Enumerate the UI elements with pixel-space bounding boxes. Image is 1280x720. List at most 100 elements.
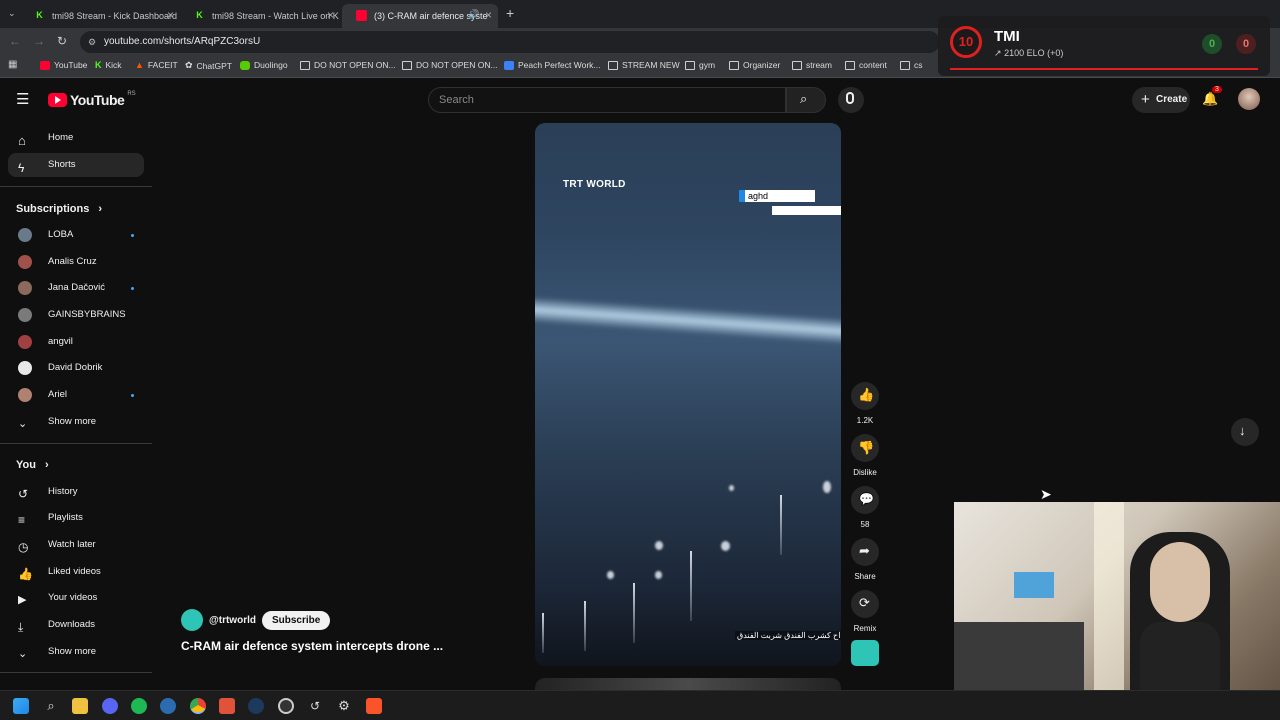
sound-thumbnail[interactable] <box>851 640 879 666</box>
sidebar-item-playlists[interactable]: ≡ Playlists <box>8 506 144 530</box>
sidebar-item-shorts[interactable]: ϟ Shorts <box>8 153 144 177</box>
chrome-icon[interactable] <box>190 698 206 714</box>
tab-search-icon[interactable]: ⌄ <box>8 8 16 19</box>
tab-youtube-short[interactable]: (3) C-RAM air defence syste 🔊 × <box>342 4 498 28</box>
bookmark-stream[interactable]: stream <box>792 60 832 70</box>
apps-grid-icon[interactable]: ▦ <box>8 59 17 70</box>
short-video-player[interactable]: TRT WORLD aghd اح كشرب الفندق شربت الفند… <box>535 123 841 666</box>
sidebar-item-label: History <box>48 486 78 497</box>
comment-count: 58 <box>860 520 870 529</box>
app-icon[interactable]: ↺ <box>307 698 323 714</box>
webcam-person <box>1150 542 1210 622</box>
reload-icon[interactable]: ↻ <box>57 34 67 48</box>
search-icon[interactable]: ⌕ <box>43 698 59 714</box>
discord-icon[interactable] <box>102 698 118 714</box>
speaker-icon[interactable]: 🔊 <box>468 9 479 20</box>
new-content-dot <box>131 394 134 397</box>
sidebar-item-downloads[interactable]: ⤓ Downloads <box>8 613 144 637</box>
bookmark-peach[interactable]: Peach Perfect Work... <box>504 60 601 70</box>
sidebar-item-subscription[interactable]: LOBA <box>8 223 144 247</box>
bookmark-cs[interactable]: cs <box>900 60 923 70</box>
short-title[interactable]: C-RAM air defence system intercepts dron… <box>181 639 443 653</box>
close-icon[interactable]: × <box>327 8 334 22</box>
bookmark-content[interactable]: content <box>845 60 887 70</box>
bookmark-gym[interactable]: gym <box>685 60 715 70</box>
brave-icon[interactable] <box>366 698 382 714</box>
menu-icon[interactable]: ☰ <box>16 90 29 108</box>
bookmark-folder-1[interactable]: DO NOT OPEN ON... <box>300 60 396 70</box>
bookmark-youtube[interactable]: YouTube <box>40 60 87 70</box>
you-heading[interactable]: You › <box>16 459 49 471</box>
spotify-icon[interactable] <box>131 698 147 714</box>
sidebar-item-label: Watch later <box>48 539 96 550</box>
close-icon[interactable]: × <box>167 8 174 22</box>
bookmark-folder-2[interactable]: DO NOT OPEN ON... <box>402 60 498 70</box>
tab-kick-watch[interactable]: K tmi98 Stream - Watch Live on K × <box>180 4 340 28</box>
faceit-overlay: 10 TMI ↗ 2100 ELO (+0) 0 0 <box>938 16 1270 76</box>
search-input[interactable]: Search <box>428 87 786 113</box>
tab-kick-dashboard[interactable]: K tmi98 Stream - Kick Dashboard × <box>20 4 180 28</box>
sidebar-item-subscription[interactable]: Jana Dačović <box>8 276 144 300</box>
close-icon[interactable]: × <box>485 8 492 22</box>
site-info-icon[interactable]: ⚙ <box>88 31 96 53</box>
chevron-down-icon: ⌄ <box>18 418 28 430</box>
bookmark-faceit[interactable]: ▲ FACEIT <box>135 60 178 70</box>
sidebar-show-more[interactable]: ⌄ Show more <box>8 410 144 434</box>
steam-icon[interactable] <box>248 698 264 714</box>
faceit-icon: ▲ <box>135 60 144 70</box>
app-icon[interactable] <box>160 698 176 714</box>
avatar[interactable] <box>1238 88 1260 110</box>
search-button[interactable]: ⌕ <box>786 87 826 113</box>
file-explorer-icon[interactable] <box>72 698 88 714</box>
bookmark-kick[interactable]: K Kick <box>95 60 122 70</box>
webcam-window-light <box>1094 502 1124 720</box>
next-short-preview[interactable] <box>535 678 841 690</box>
share-button[interactable]: ➦ <box>851 538 879 566</box>
channel-handle[interactable]: @trtworld <box>209 615 256 626</box>
notifications-button[interactable]: 🔔 3 <box>1202 86 1222 108</box>
sidebar-item-subscription[interactable]: angvil <box>8 330 144 354</box>
settings-icon[interactable]: ⚙ <box>336 698 352 714</box>
duolingo-icon <box>240 60 250 70</box>
remix-button[interactable]: ⟳ <box>851 590 879 618</box>
remix-icon: ⟳ <box>859 595 870 610</box>
url-field[interactable]: ⚙ youtube.com/shorts/ARqPZC3orsU <box>80 31 940 53</box>
next-short-button[interactable]: ↓ <box>1231 418 1259 446</box>
sidebar-item-home[interactable]: ⌂ Home <box>8 126 144 150</box>
subscriptions-heading[interactable]: Subscriptions › <box>16 203 102 215</box>
voice-search-button[interactable] <box>838 87 864 113</box>
bookmark-chatgpt[interactable]: ✿ ChatGPT <box>185 60 232 71</box>
bookmark-duolingo[interactable]: Duolingo <box>240 60 288 70</box>
sidebar-item-label: Downloads <box>48 619 95 630</box>
bookmark-label: Organizer <box>743 60 781 70</box>
sidebar-item-subscription[interactable]: David Dobrik <box>8 356 144 380</box>
sidebar-item-label: Jana Dačović <box>48 282 106 293</box>
dislike-button[interactable]: 👎 <box>851 434 879 462</box>
subscribe-button[interactable]: Subscribe <box>261 610 331 630</box>
sidebar-item-liked-videos[interactable]: 👍 Liked videos <box>8 560 144 584</box>
windows-start-icon[interactable] <box>13 698 29 714</box>
obs-icon[interactable] <box>278 698 294 714</box>
channel-avatar[interactable] <box>181 609 203 631</box>
new-tab-icon[interactable]: + <box>506 5 514 21</box>
sidebar-item-subscription[interactable]: Ariel <box>8 383 144 407</box>
back-icon[interactable]: ← <box>9 34 21 48</box>
sidebar-item-your-videos[interactable]: ▶ Your videos <box>8 586 144 610</box>
comments-button[interactable]: 💬 <box>851 486 879 514</box>
bookmark-organizer[interactable]: Organizer <box>729 60 780 70</box>
sidebar-item-subscription[interactable]: Analis Cruz <box>8 250 144 274</box>
bookmark-label: stream <box>806 60 832 70</box>
create-button[interactable]: + Create <box>1132 87 1190 113</box>
sidebar-item-history[interactable]: ↺ History <box>8 480 144 504</box>
brave-shield-icon[interactable] <box>219 698 235 714</box>
sidebar-show-more[interactable]: ⌄ Show more <box>8 640 144 664</box>
url-text: youtube.com/shorts/ARqPZC3orsU <box>104 36 261 47</box>
forward-icon[interactable]: → <box>33 34 45 48</box>
like-button[interactable]: 👍 <box>851 382 879 410</box>
logo-text: YouTube <box>70 92 125 108</box>
home-icon: ⌂ <box>18 133 26 148</box>
sidebar-item-watch-later[interactable]: ◷ Watch later <box>8 533 144 557</box>
bookmark-stream-new[interactable]: STREAM NEW <box>608 60 680 70</box>
youtube-logo[interactable]: YouTube RS <box>48 91 136 108</box>
sidebar-item-subscription[interactable]: GAINSBYBRAINS <box>8 303 144 327</box>
